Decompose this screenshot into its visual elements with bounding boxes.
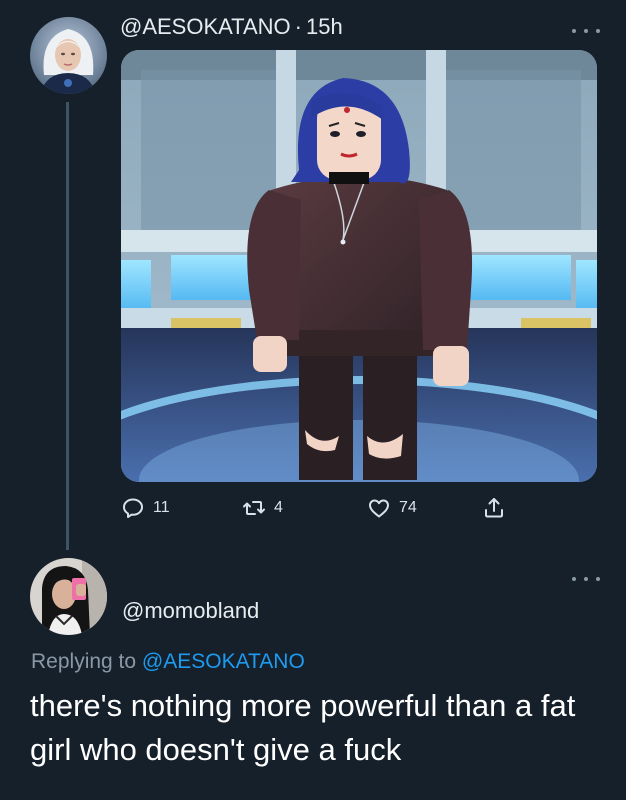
retweet-button[interactable]: 4 [242,496,283,520]
retweet-count: 4 [274,499,283,516]
reply-author-handle[interactable]: @momobland [122,598,259,624]
like-count: 74 [399,499,417,516]
share-icon [482,496,506,520]
tweet-header: @AESOKATANO · 15h [120,14,343,40]
page: @AESOKATANO · 15h 11 4 74 @momobland Rep… [0,0,626,800]
thread-line [66,102,69,550]
tweet-image[interactable] [121,50,597,482]
replying-prefix: Replying to [31,650,137,673]
author-handle[interactable]: @AESOKATANO [120,14,291,39]
reply-more-icon[interactable] [572,574,600,584]
author-avatar[interactable] [30,17,107,94]
reply-icon [121,496,145,520]
replying-mention-link[interactable]: @AESOKATANO [142,650,305,673]
heart-icon [367,496,391,520]
reply-text: there's nothing more powerful than a fat… [30,688,576,767]
like-button[interactable]: 74 [367,496,417,520]
tweet-timestamp[interactable]: 15h [306,14,343,39]
more-icon[interactable] [572,26,600,36]
share-button[interactable] [482,496,506,520]
header-separator: · [294,14,302,39]
tweet-actions: 11 4 74 [121,496,521,524]
retweet-icon [242,496,266,520]
replying-to-line: Replying to @AESOKATANO [31,650,305,674]
reply-button[interactable]: 11 [121,496,170,520]
reply-count: 11 [153,499,170,516]
reply-author-avatar[interactable] [30,558,107,635]
